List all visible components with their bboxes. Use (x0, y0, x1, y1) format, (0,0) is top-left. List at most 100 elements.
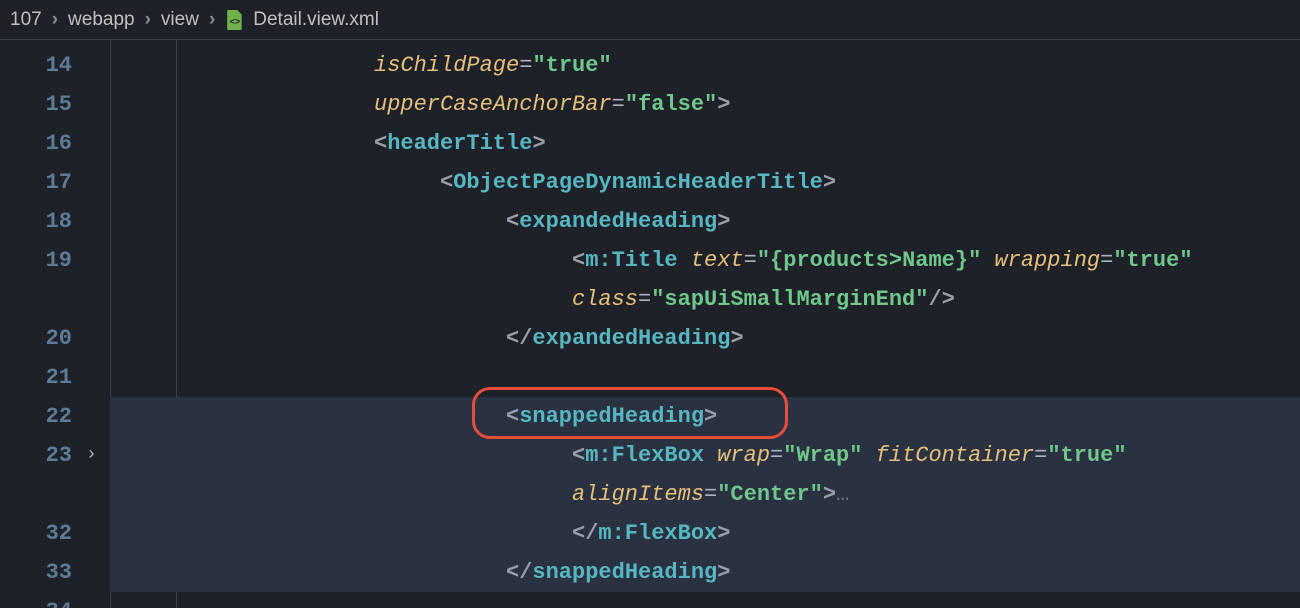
token-eq: = (704, 482, 717, 507)
code-line[interactable]: class="sapUiSmallMarginEnd"/> (110, 280, 1300, 319)
token-attr: fitContainer (876, 443, 1034, 468)
token-str: "false" (625, 92, 717, 117)
chevron-right-icon: › (52, 9, 58, 31)
line-number: 23 (0, 436, 80, 475)
token-eq (862, 443, 875, 468)
fold-marker-slot[interactable] (80, 124, 110, 163)
token-eq: = (1034, 443, 1047, 468)
code-line[interactable]: upperCaseAnchorBar="false"> (110, 85, 1300, 124)
chevron-right-icon[interactable]: › (86, 436, 97, 475)
token-tag: snappedHeading (519, 404, 704, 429)
fold-marker-slot[interactable] (80, 163, 110, 202)
fold-marker-slot[interactable] (80, 241, 110, 280)
code-line[interactable] (110, 358, 1300, 397)
token-punc: > (532, 131, 545, 156)
line-number: 21 (0, 358, 80, 397)
code-line[interactable]: <m:Title text="{products>Name}" wrapping… (110, 241, 1300, 280)
token-tag: m:FlexBox (598, 521, 717, 546)
token-eq: = (770, 443, 783, 468)
token-tag: expandedHeading (519, 209, 717, 234)
code-line[interactable]: isChildPage="true" (110, 46, 1300, 85)
code-line[interactable]: <expandedHeading> (110, 202, 1300, 241)
fold-marker-slot[interactable] (80, 397, 110, 436)
fold-marker-slot[interactable] (80, 592, 110, 608)
line-number: 15 (0, 85, 80, 124)
breadcrumb[interactable]: 107 › webapp › view › <> Detail.view.xml (0, 0, 1300, 40)
token-eq (704, 443, 717, 468)
line-number: 17 (0, 163, 80, 202)
code-area[interactable]: isChildPage="true"upperCaseAnchorBar="fa… (110, 40, 1300, 608)
token-tag: m:Title (585, 248, 677, 273)
token-punc: < (440, 170, 453, 195)
chevron-right-icon: › (209, 9, 215, 31)
token-punc: > (717, 521, 730, 546)
token-punc: < (572, 248, 585, 273)
chevron-right-icon: › (145, 9, 151, 31)
token-str: "Center" (717, 482, 823, 507)
code-line[interactable]: </snappedHeading> (110, 553, 1300, 592)
fold-marker-slot[interactable] (80, 46, 110, 85)
line-number: 20 (0, 319, 80, 358)
fold-marker-slot[interactable] (80, 514, 110, 553)
token-attr: wrapping (994, 248, 1100, 273)
code-line[interactable]: </expandedHeading> (110, 319, 1300, 358)
token-eq (981, 248, 994, 273)
line-number-gutter: 14151617181920212223323334 (0, 40, 80, 608)
line-number: 16 (0, 124, 80, 163)
token-tag: ObjectPageDynamicHeaderTitle (453, 170, 823, 195)
token-tag: headerTitle (387, 131, 532, 156)
token-punc: </ (572, 521, 598, 546)
token-attr: isChildPage (374, 53, 519, 78)
fold-marker-slot[interactable]: › (80, 436, 110, 475)
code-line[interactable]: <ObjectPageDynamicHeaderTitle> (110, 163, 1300, 202)
token-attr: wrap (717, 443, 770, 468)
breadcrumb-item[interactable]: view (161, 9, 199, 31)
breadcrumb-item[interactable]: 107 (10, 9, 42, 31)
fold-marker-slot[interactable] (80, 358, 110, 397)
token-str: "sapUiSmallMarginEnd" (651, 287, 928, 312)
token-attr: text (691, 248, 744, 273)
xml-file-icon: <> (225, 9, 245, 31)
token-punc: </ (506, 326, 532, 351)
line-number: 18 (0, 202, 80, 241)
token-punc: > (717, 209, 730, 234)
token-punc: </ (506, 560, 532, 585)
fold-marker-slot[interactable] (80, 319, 110, 358)
token-eq (678, 248, 691, 273)
token-punc: > (717, 560, 730, 585)
fold-marker-slot[interactable] (80, 475, 110, 514)
code-line[interactable]: </m:FlexBox> (110, 514, 1300, 553)
breadcrumb-item[interactable]: webapp (68, 9, 135, 31)
line-number (0, 475, 80, 514)
token-attr: class (572, 287, 638, 312)
token-str: "true" (532, 53, 611, 78)
token-tag: m:FlexBox (585, 443, 704, 468)
token-punc: > (823, 170, 836, 195)
token-str: "{products>Name}" (757, 248, 981, 273)
token-punc: > (717, 92, 730, 117)
token-punc: < (374, 131, 387, 156)
code-line[interactable]: <m:FlexBox wrap="Wrap" fitContainer="tru… (110, 436, 1300, 475)
code-line[interactable]: <headerTitle> (110, 124, 1300, 163)
fold-marker-slot[interactable] (80, 202, 110, 241)
fold-marker-slot[interactable] (80, 280, 110, 319)
fold-marker-slot[interactable] (80, 553, 110, 592)
token-punc: /> (928, 287, 954, 312)
line-number: 33 (0, 553, 80, 592)
breadcrumb-file[interactable]: Detail.view.xml (253, 9, 379, 31)
token-punc: > (730, 326, 743, 351)
token-str: "Wrap" (783, 443, 862, 468)
line-number: 19 (0, 241, 80, 280)
code-line[interactable]: <snappedHeading> (110, 397, 1300, 436)
token-fold: … (836, 482, 849, 507)
editor[interactable]: 14151617181920212223323334 › isChildPage… (0, 40, 1300, 608)
line-number: 34 (0, 592, 80, 608)
code-line[interactable]: alignItems="Center">… (110, 475, 1300, 514)
token-tag: snappedHeading (532, 560, 717, 585)
code-line[interactable] (110, 592, 1300, 608)
svg-text:<>: <> (230, 16, 240, 26)
token-eq: = (612, 92, 625, 117)
folding-gutter[interactable]: › (80, 40, 110, 608)
token-eq: = (744, 248, 757, 273)
fold-marker-slot[interactable] (80, 85, 110, 124)
